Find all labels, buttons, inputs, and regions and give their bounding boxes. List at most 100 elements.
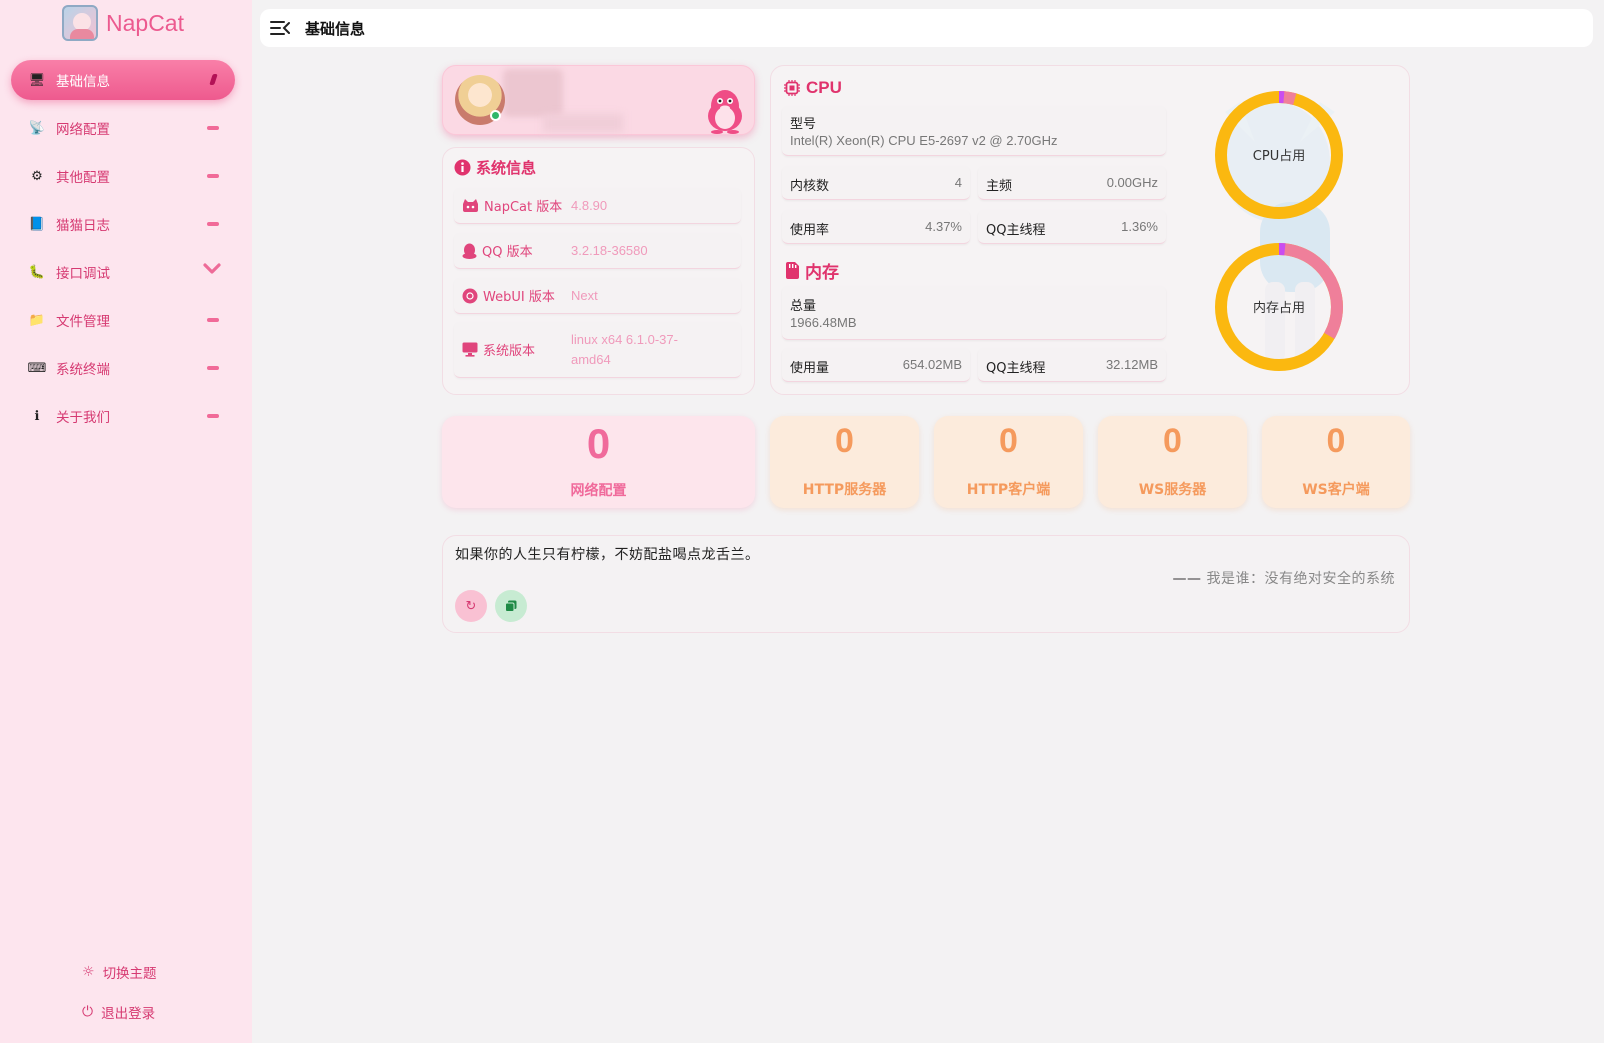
copy-icon bbox=[505, 600, 517, 612]
dash-indicator bbox=[207, 414, 219, 418]
info-row-label: 系统版本 bbox=[454, 340, 571, 359]
ws-client-count: 0 bbox=[1326, 422, 1346, 460]
system-version-label: 系统版本 bbox=[483, 344, 536, 359]
chevron-down-icon[interactable] bbox=[203, 263, 221, 279]
dashboard-icon: 🖥 bbox=[28, 72, 46, 88]
system-info-title-text: 系统信息 bbox=[476, 159, 537, 177]
info-row-label: QQ 版本 bbox=[454, 241, 571, 260]
dash-indicator bbox=[207, 366, 219, 370]
cpu-gauge-label: CPU占用 bbox=[1252, 149, 1306, 164]
chrome-icon bbox=[462, 288, 478, 303]
cpu-cores-value: 4 bbox=[954, 175, 962, 190]
brand[interactable]: NapCat bbox=[62, 5, 184, 41]
hitokoto-quote-card: 如果你的人生只有柠檬，不妨配盐喝点龙舌兰。 —— 我是谁：没有绝对安全的系统 ↻ bbox=[442, 535, 1410, 633]
http-client-count-card[interactable]: 0 HTTP客户端 bbox=[934, 416, 1083, 508]
sidebar-item-about[interactable]: ℹ 关于我们 bbox=[11, 396, 235, 436]
info-row-label: NapCat 版本 bbox=[454, 196, 571, 215]
sidebar-item-terminal[interactable]: ⌨ 系统终端 bbox=[11, 348, 235, 388]
sidebar-item-file-manager[interactable]: 📁 文件管理 bbox=[11, 300, 235, 340]
sidebar-item-network-config[interactable]: 📡 网络配置 bbox=[11, 108, 235, 148]
refresh-icon: ↻ bbox=[465, 598, 477, 614]
folder-icon: 📁 bbox=[28, 312, 46, 328]
qq-penguin-icon bbox=[708, 90, 742, 134]
toggle-theme-label: 切换主题 bbox=[102, 966, 157, 982]
ws-client-count-card[interactable]: 0 WS客户端 bbox=[1262, 416, 1410, 508]
antenna-icon: 📡 bbox=[28, 120, 46, 136]
network-config-count-label: 网络配置 bbox=[570, 483, 627, 499]
quote-author-text: 我是谁：没有绝对安全的系统 bbox=[1206, 571, 1395, 587]
profile-card bbox=[442, 65, 755, 135]
cpu-chip-icon bbox=[784, 80, 800, 96]
cpu-model-label: 型号 bbox=[790, 117, 817, 132]
memory-gauge-label: 内存占用 bbox=[1252, 301, 1305, 316]
toggle-theme-button[interactable]: ☼ 切换主题 bbox=[82, 962, 157, 982]
sidebar: NapCat 🖥 基础信息 📡 网络配置 ⚙ 其他配置 📘 猫猫日志 🐛 接口调… bbox=[0, 0, 252, 1043]
webui-version-value: Next bbox=[571, 287, 598, 303]
napcat-version-value: 4.8.90 bbox=[571, 197, 608, 213]
info-row-webui-version: WebUI 版本 Next bbox=[454, 278, 741, 314]
blurred-nickname bbox=[503, 69, 563, 117]
sidebar-item-basic-info[interactable]: 🖥 基础信息 bbox=[11, 60, 235, 100]
cpu-cores-box: 内核数 4 bbox=[782, 166, 970, 200]
network-config-count: 0 bbox=[586, 420, 611, 467]
memory-used-value: 654.02MB bbox=[902, 357, 962, 372]
info-row-napcat-version: NapCat 版本 4.8.90 bbox=[454, 188, 741, 224]
qq-version-value: 3.2.18-36580 bbox=[571, 242, 648, 258]
bug-icon: 🐛 bbox=[28, 264, 46, 280]
sidebar-nav: 🖥 基础信息 📡 网络配置 ⚙ 其他配置 📘 猫猫日志 🐛 接口调试 📁 文件管… bbox=[11, 60, 235, 444]
memory-qq-thread-label: QQ主线程 bbox=[986, 361, 1046, 376]
logout-button[interactable]: ⏻ 退出登录 bbox=[82, 1002, 155, 1022]
monitor-icon bbox=[462, 342, 478, 357]
cpu-section-title: CPU bbox=[784, 78, 842, 98]
dash-indicator bbox=[207, 222, 219, 226]
cpu-usage-gauge: CPU占用 bbox=[1212, 88, 1346, 222]
ws-server-count-card[interactable]: 0 WS服务器 bbox=[1098, 416, 1247, 508]
cpu-qq-thread-label: QQ主线程 bbox=[986, 223, 1046, 238]
memory-qq-thread-value: 32.12MB bbox=[1105, 357, 1158, 372]
qq-version-label: QQ 版本 bbox=[482, 245, 533, 260]
network-config-count-card[interactable]: 0 网络配置 bbox=[442, 416, 755, 508]
cpu-usage-label: 使用率 bbox=[790, 223, 830, 238]
refresh-quote-button[interactable]: ↻ bbox=[455, 590, 487, 622]
memory-total-box: 总量 1966.48MB bbox=[782, 286, 1166, 340]
gear-icon: ⚙ bbox=[31, 168, 43, 184]
online-status-dot bbox=[490, 110, 501, 121]
memory-section-title: 内存 bbox=[786, 258, 839, 283]
http-server-count-card[interactable]: 0 HTTP服务器 bbox=[770, 416, 919, 508]
ws-server-count: 0 bbox=[1163, 422, 1182, 460]
terminal-icon: ⌨ bbox=[27, 360, 47, 376]
page-title: 基础信息 bbox=[305, 19, 366, 38]
copy-quote-button[interactable] bbox=[495, 590, 527, 622]
sidebar-item-label: 其他配置 bbox=[56, 170, 110, 186]
menu-collapse-icon[interactable] bbox=[269, 17, 291, 39]
top-bar: 基础信息 bbox=[260, 9, 1593, 47]
cpu-cores-label: 内核数 bbox=[790, 179, 830, 194]
sidebar-item-other-config[interactable]: ⚙ 其他配置 bbox=[11, 156, 235, 196]
sidebar-item-label: 关于我们 bbox=[56, 410, 110, 426]
info-row-label: WebUI 版本 bbox=[454, 286, 571, 305]
napcat-version-label: NapCat 版本 bbox=[484, 200, 563, 215]
cpu-qq-thread-box: QQ主线程 1.36% bbox=[978, 210, 1166, 244]
info-row-qq-version: QQ 版本 3.2.18-36580 bbox=[454, 233, 741, 269]
sun-icon: ☼ bbox=[82, 964, 95, 980]
memory-used-box: 使用量 654.02MB bbox=[782, 348, 970, 382]
qq-icon bbox=[462, 243, 477, 259]
quote-text: 如果你的人生只有柠檬，不妨配盐喝点龙舌兰。 bbox=[455, 547, 760, 563]
sidebar-item-label: 猫猫日志 bbox=[56, 218, 110, 234]
http-client-count-label: HTTP客户端 bbox=[966, 482, 1051, 498]
http-client-count: 0 bbox=[999, 422, 1018, 460]
info-circle-icon bbox=[454, 159, 471, 176]
memory-usage-gauge: 内存占用 bbox=[1212, 240, 1346, 374]
cpu-model-box: 型号 Intel(R) Xeon(R) CPU E5-2697 v2 @ 2.7… bbox=[782, 106, 1166, 156]
cpu-usage-value: 4.37% bbox=[925, 219, 962, 234]
cpu-frequency-label: 主频 bbox=[986, 179, 1013, 194]
logout-icon: ⏻ bbox=[82, 1004, 94, 1020]
napcat-icon bbox=[463, 199, 478, 212]
sidebar-item-cat-logs[interactable]: 📘 猫猫日志 bbox=[11, 204, 235, 244]
cpu-frequency-box: 主频 0.00GHz bbox=[978, 166, 1166, 200]
sidebar-item-label: 接口调试 bbox=[56, 266, 110, 282]
notebook-icon: 📘 bbox=[28, 216, 46, 232]
sidebar-item-label: 文件管理 bbox=[56, 314, 110, 330]
memory-used-label: 使用量 bbox=[790, 361, 830, 376]
sidebar-item-api-debug[interactable]: 🐛 接口调试 bbox=[11, 252, 235, 292]
